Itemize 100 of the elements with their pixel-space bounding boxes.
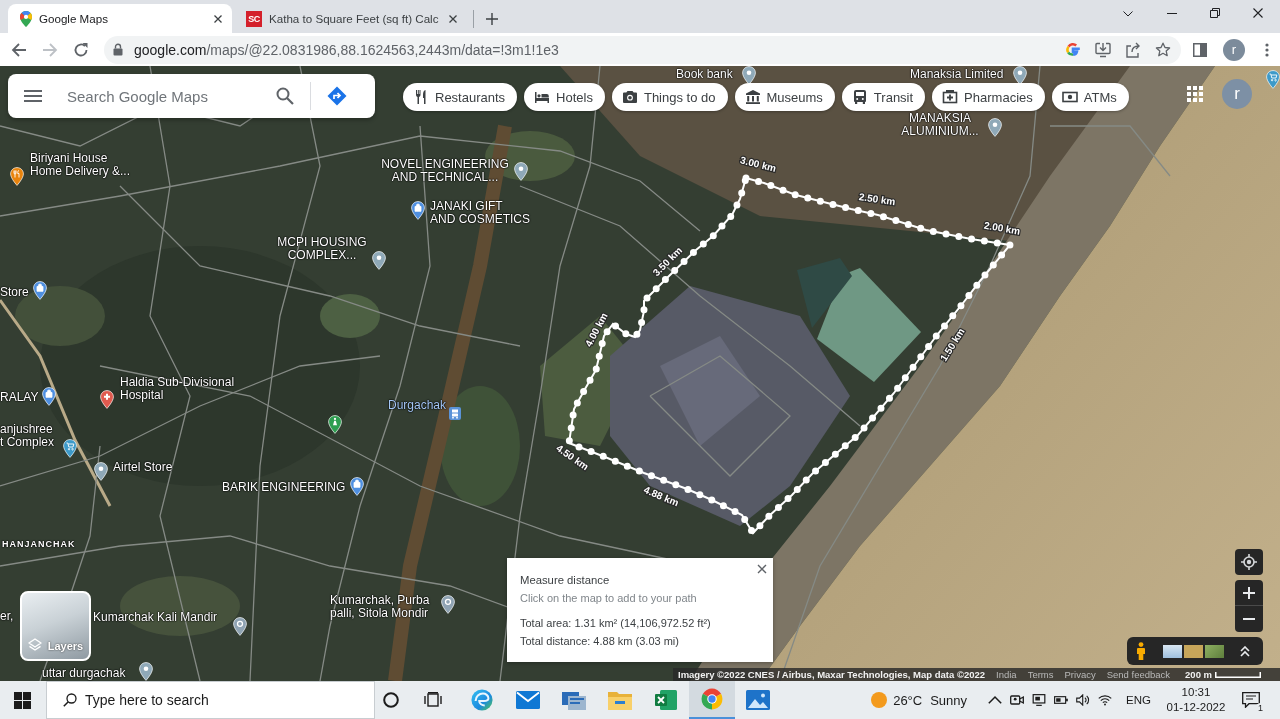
my-location-button[interactable] [1235, 549, 1263, 575]
new-tab-icon[interactable] [486, 12, 499, 25]
clock-time[interactable]: 10:31 [1181, 685, 1211, 700]
url-text[interactable]: google.com/maps/@22.0831986,88.1624563,2443m/data=!3m1!1e3 [134, 41, 1051, 58]
input-language[interactable]: ENG [1126, 694, 1151, 706]
ring-pin-icon[interactable] [441, 595, 455, 614]
scale-label[interactable]: 200 m [1185, 669, 1212, 680]
place-label: uttar durgachak [42, 667, 126, 680]
back-arrow-icon[interactable] [11, 41, 27, 58]
share-icon[interactable] [1125, 41, 1141, 58]
restore-icon[interactable] [1210, 8, 1220, 18]
fork-pin-icon[interactable] [10, 167, 24, 186]
reload-icon[interactable] [73, 41, 89, 58]
taskbar-search-input[interactable]: Type here to search [85, 692, 345, 708]
place-pin-icon[interactable] [742, 66, 756, 85]
bookmark-star-icon[interactable] [1155, 41, 1171, 58]
lock-icon[interactable] [113, 43, 123, 56]
person-pin-icon[interactable] [328, 415, 342, 434]
google-g-icon[interactable] [1065, 41, 1081, 58]
card-title: Measure distance [520, 573, 610, 587]
category-chip[interactable]: Hotels [524, 83, 605, 111]
category-chip[interactable]: Restaurants [403, 83, 518, 111]
wifi-icon[interactable] [1098, 694, 1113, 706]
category-chip[interactable]: Transit [841, 83, 926, 111]
category-chip[interactable]: Pharmacies [932, 83, 1045, 111]
place-pin-icon[interactable] [94, 462, 108, 481]
plus-icon [1243, 586, 1255, 599]
close-icon[interactable] [449, 14, 458, 23]
directions-icon[interactable] [327, 86, 347, 106]
crosshair-icon [1241, 554, 1257, 570]
map-type-thumbnail[interactable] [1163, 644, 1182, 658]
place-label: MANAKSIA ALUMINIUM... [900, 112, 980, 138]
install-icon[interactable] [1095, 41, 1111, 58]
bus-icon[interactable] [449, 407, 461, 420]
category-chip[interactable]: ATMs [1051, 83, 1129, 111]
map-type-thumbnail[interactable] [1205, 644, 1224, 658]
apps-grid-icon[interactable] [1187, 86, 1203, 102]
place-pin-icon[interactable] [988, 118, 1002, 137]
battery-icon[interactable] [1054, 694, 1069, 706]
camera-icon [621, 89, 638, 105]
menu-icon[interactable] [1265, 42, 1269, 57]
monitor-icon[interactable] [1032, 694, 1047, 706]
place-pin-icon[interactable] [372, 251, 386, 270]
menu-icon[interactable] [24, 90, 42, 102]
search-input[interactable]: Search Google Maps [67, 87, 263, 105]
clock-date[interactable]: 01-12-2022 [1166, 700, 1226, 715]
place-label: NOVEL ENGINEERING AND TECHNICAL... [380, 158, 510, 184]
windows-logo-icon[interactable] [13, 691, 31, 709]
cart-pin-icon[interactable] [63, 439, 77, 458]
bus-icon [851, 89, 868, 105]
bag-pin-icon[interactable] [350, 477, 364, 496]
distance-label: 4.00 km [582, 310, 610, 349]
map-type-thumbnail[interactable] [1184, 644, 1203, 658]
speaker-icon[interactable] [1076, 694, 1091, 706]
weather-condition[interactable]: Sunny [930, 692, 968, 708]
chevron-down-icon[interactable] [1123, 11, 1133, 17]
picture-icon [746, 689, 770, 711]
taskbar-search-field[interactable]: Type here to search [46, 681, 375, 719]
search-icon[interactable] [276, 87, 294, 105]
footer-link[interactable]: Privacy [1064, 669, 1096, 680]
card-hint: Click on the map to add to your path [520, 591, 697, 605]
notification-icon[interactable] [1242, 692, 1260, 708]
distance-label: 3.50 km [650, 244, 685, 279]
bag-pin-icon[interactable] [42, 387, 56, 406]
plus-box-icon [942, 89, 959, 105]
close-icon[interactable] [757, 564, 767, 574]
place-pin-icon[interactable] [1013, 66, 1027, 85]
zoom-out-button[interactable] [1235, 606, 1263, 632]
distance-label: 2.50 km [858, 191, 897, 208]
double-chevron-up-icon[interactable] [1240, 645, 1250, 657]
category-chip[interactable]: Museums [734, 83, 835, 111]
museum-icon [744, 89, 761, 105]
cross-pin-icon[interactable] [100, 390, 114, 409]
pegman-icon[interactable] [1136, 642, 1146, 660]
chevron-up-icon[interactable] [988, 694, 1003, 706]
bag-pin-icon[interactable] [411, 201, 425, 220]
close-icon[interactable] [214, 14, 222, 23]
zoom-in-button[interactable] [1235, 580, 1263, 606]
address-bar[interactable]: google.com/maps/@22.0831986,88.1624563,2443m/data=!3m1!1e3 [104, 35, 1181, 64]
layers-icon [27, 638, 42, 652]
weather-temperature[interactable]: 26°C [893, 692, 923, 708]
place-label: RALAY [0, 391, 39, 404]
ring-pin-icon[interactable] [233, 617, 247, 636]
video-camera-icon[interactable] [1010, 694, 1025, 706]
chrome-logo-icon [700, 688, 724, 710]
bag-pin-icon[interactable] [33, 281, 47, 300]
side-panel-icon[interactable] [1193, 42, 1207, 57]
minus-icon [1243, 618, 1255, 620]
place-pin-icon[interactable] [514, 162, 528, 181]
place-label: Store [0, 286, 29, 299]
footer-link[interactable]: India [996, 669, 1017, 680]
browser-tab[interactable]: SC Katha to Square Feet (sq ft) Calc [236, 4, 468, 33]
footer-link[interactable]: Send feedback [1106, 669, 1171, 680]
edge-logo-icon [470, 689, 494, 711]
category-chip[interactable]: Things to do [611, 83, 728, 111]
browser-tab[interactable]: Google Maps [8, 4, 232, 33]
place-label: Airtel Store [113, 461, 173, 474]
place-pin-icon[interactable] [139, 662, 153, 681]
close-icon[interactable] [1253, 8, 1263, 18]
footer-link[interactable]: Terms [1027, 669, 1054, 680]
